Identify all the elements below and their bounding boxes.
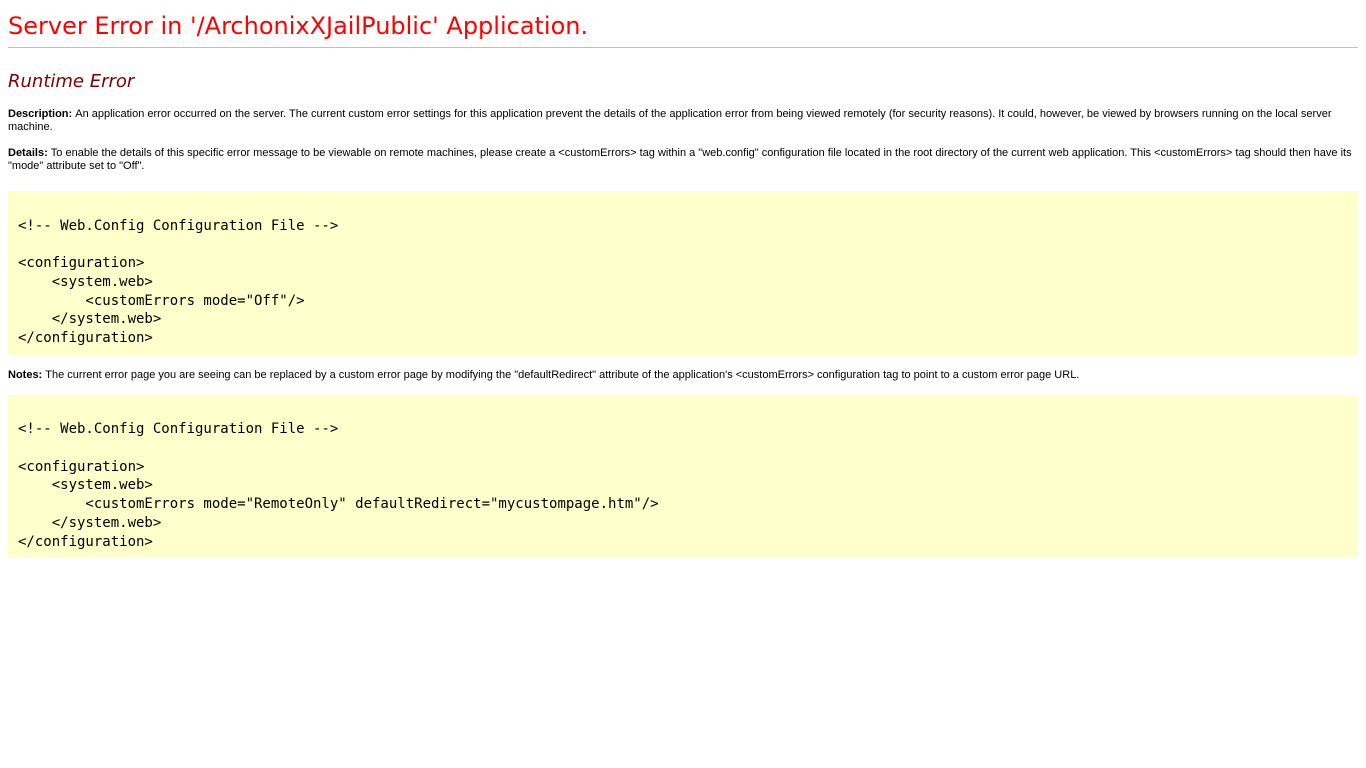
description-paragraph: Description: An application error occurr…	[8, 108, 1358, 134]
details-paragraph: Details: To enable the details of this s…	[8, 147, 1358, 173]
notes-paragraph: Notes: The current error page you are se…	[8, 369, 1358, 382]
title-divider	[8, 47, 1358, 48]
notes-text: The current error page you are seeing ca…	[45, 369, 1079, 381]
runtime-error-heading: Runtime Error	[8, 71, 1358, 92]
web-config-remoteonly-code: <!-- Web.Config Configuration File --> <…	[8, 395, 1358, 559]
details-label: Details:	[8, 147, 51, 159]
notes-label: Notes:	[8, 369, 45, 381]
description-label: Description:	[8, 108, 75, 120]
code-block-custom-errors-remoteonly: <!-- Web.Config Configuration File --> <…	[8, 395, 1358, 559]
page-title: Server Error in '/ArchonixXJailPublic' A…	[8, 12, 1358, 40]
error-page: Server Error in '/ArchonixXJailPublic' A…	[8, 12, 1358, 558]
web-config-off-code: <!-- Web.Config Configuration File --> <…	[8, 191, 1358, 355]
details-text: To enable the details of this specific e…	[8, 147, 1352, 172]
description-text: An application error occurred on the ser…	[8, 108, 1331, 133]
code-block-custom-errors-off: <!-- Web.Config Configuration File --> <…	[8, 191, 1358, 355]
